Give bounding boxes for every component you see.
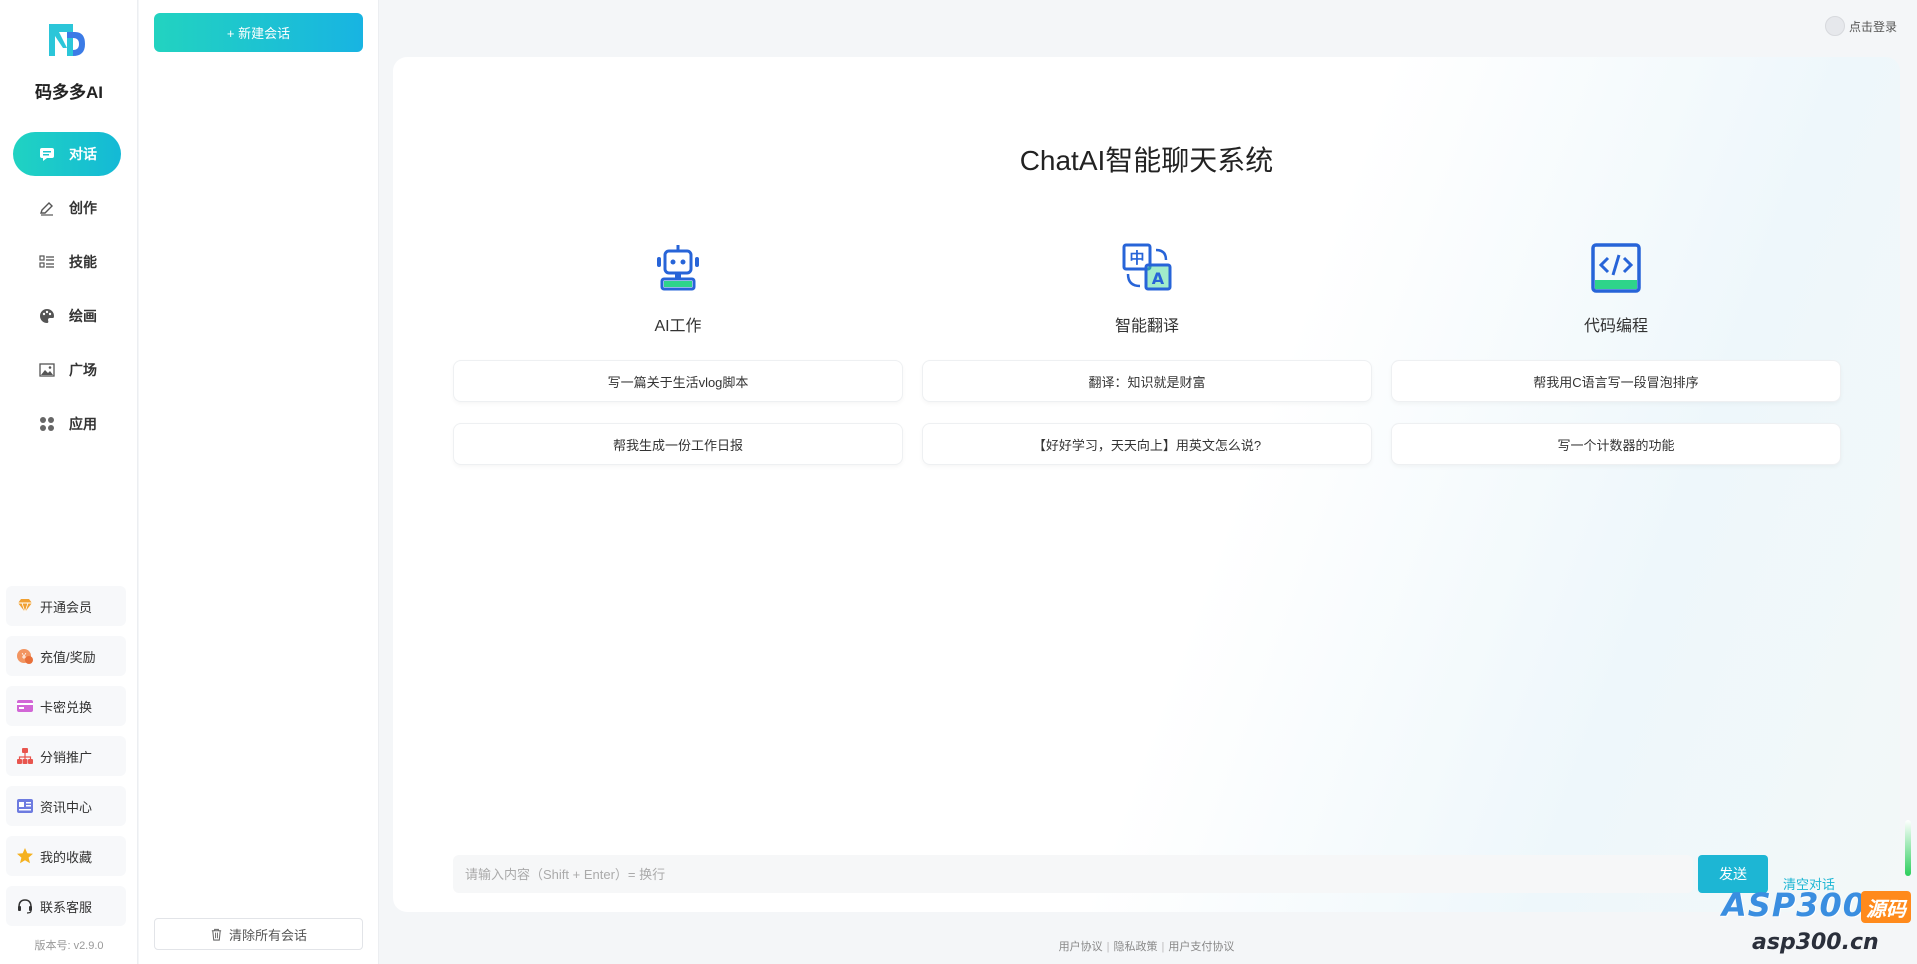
- menu-label: 联系客服: [40, 899, 93, 915]
- menu-support[interactable]: 联系客服: [6, 886, 126, 926]
- footer-links: 用户协议 | 隐私政策 | 用户支付协议: [393, 938, 1900, 954]
- nav-item-drawing[interactable]: 绘画: [13, 294, 121, 338]
- suggestion-item[interactable]: 帮我用C语言写一段冒泡排序: [1391, 360, 1841, 402]
- nav-label: 创作: [69, 200, 97, 216]
- nav-item-apps[interactable]: 应用: [13, 402, 121, 446]
- chat-icon: [40, 148, 54, 161]
- news-icon: [17, 799, 33, 813]
- palette-icon: [40, 309, 54, 323]
- network-icon: [17, 748, 33, 764]
- nav-item-skills[interactable]: 技能: [13, 240, 121, 284]
- feature-column-code: 代码编程: [1391, 242, 1841, 336]
- suggestion-item[interactable]: 写一篇关于生活vlog脚本: [453, 360, 903, 402]
- menu-news[interactable]: 资讯中心: [6, 786, 126, 826]
- column-title: 智能翻译: [1114, 318, 1179, 335]
- menu-label: 开通会员: [40, 599, 93, 615]
- nav-item-create[interactable]: 创作: [13, 186, 121, 230]
- diamond-icon: [18, 599, 32, 614]
- list-icon: [39, 255, 54, 268]
- suggestion-item[interactable]: 帮我生成一份工作日报: [453, 423, 903, 465]
- translate-icon: 中 A: [1122, 243, 1172, 291]
- card-icon: [17, 700, 33, 712]
- menu-label: 充值/奖励: [40, 649, 96, 665]
- message-input[interactable]: [453, 855, 1693, 893]
- version-label: 版本号: v2.9.0: [34, 940, 104, 952]
- footer-link-privacy[interactable]: 隐私政策: [1114, 941, 1158, 953]
- login-link[interactable]: 点击登录: [1824, 16, 1897, 36]
- feature-column-translate: 中 A 智能翻译: [922, 242, 1372, 336]
- nav-item-chat[interactable]: 对话: [13, 132, 121, 176]
- nav-label: 对话: [69, 146, 97, 162]
- new-chat-button[interactable]: + 新建会话: [154, 13, 363, 52]
- nav-item-square[interactable]: 广场: [13, 348, 121, 392]
- footer-separator: |: [1106, 941, 1110, 953]
- menu-card-redeem[interactable]: 卡密兑换: [6, 686, 126, 726]
- nav-label: 绘画: [69, 308, 97, 324]
- suggestion-item[interactable]: 写一个计数器的功能: [1391, 423, 1841, 465]
- conversation-sidebar: + 新建会话 清除所有会话: [139, 0, 379, 964]
- suggestion-item[interactable]: 【好好学习，天天向上】用英文怎么说?: [922, 423, 1372, 465]
- nav-label: 应用: [69, 416, 97, 432]
- watermark-site: asp300.cn: [1752, 930, 1879, 955]
- pencil-icon: [40, 202, 53, 216]
- footer-separator: |: [1161, 941, 1165, 953]
- headset-icon: [18, 899, 32, 914]
- menu-label: 卡密兑换: [40, 699, 93, 715]
- robot-icon: [657, 245, 699, 291]
- image-icon: [39, 363, 55, 377]
- nav-label: 广场: [69, 362, 97, 378]
- footer-link-user-agreement[interactable]: 用户协议: [1059, 941, 1103, 953]
- avatar: [1824, 16, 1845, 36]
- message-input-container: [453, 855, 1693, 893]
- menu-label: 我的收藏: [40, 849, 93, 865]
- watermark-badge: 源码: [1861, 891, 1911, 923]
- menu-distribution[interactable]: 分销推广: [6, 736, 126, 776]
- nav-label: 技能: [69, 254, 97, 270]
- left-nav: 码多多AI 对话 创作 技能 绘画 广场 应用 开通会员 ¥ 充值/奖励 卡密兑…: [0, 0, 138, 964]
- scroll-indicator[interactable]: [1905, 820, 1911, 876]
- suggestion-item[interactable]: 翻译：知识就是财富: [922, 360, 1372, 402]
- logo-icon[interactable]: [45, 18, 89, 62]
- page-title: ChatAI智能聊天系统: [1019, 145, 1274, 176]
- footer-link-payment-agreement[interactable]: 用户支付协议: [1168, 941, 1234, 953]
- svg-text:A: A: [1152, 269, 1165, 288]
- feature-column-ai-work: AI工作: [453, 242, 903, 336]
- login-label: 点击登录: [1848, 19, 1897, 34]
- svg-text:中: 中: [1129, 249, 1144, 267]
- trash-icon: [211, 928, 222, 941]
- coin-icon: ¥: [17, 649, 33, 664]
- column-title: AI工作: [654, 318, 702, 335]
- brand-name: 码多多AI: [35, 83, 103, 102]
- code-icon: [1591, 243, 1641, 293]
- menu-label: 资讯中心: [40, 799, 93, 815]
- apps-icon: [40, 417, 54, 431]
- watermark-text: ASP300: [1722, 886, 1867, 924]
- menu-favorites[interactable]: 我的收藏: [6, 836, 126, 876]
- menu-vip[interactable]: 开通会员: [6, 586, 126, 626]
- star-icon: [17, 848, 33, 864]
- svg-text:¥: ¥: [21, 652, 27, 661]
- chat-main-panel: ChatAI智能聊天系统 AI工作 中 A 智能翻译 代码编程 写一篇关于生活v…: [393, 57, 1900, 912]
- column-title: 代码编程: [1583, 318, 1648, 335]
- clear-all-conversations-button[interactable]: 清除所有会话: [154, 918, 363, 950]
- clear-all-label: 清除所有会话: [228, 927, 307, 943]
- menu-label: 分销推广: [40, 749, 93, 765]
- menu-recharge[interactable]: ¥ 充值/奖励: [6, 636, 126, 676]
